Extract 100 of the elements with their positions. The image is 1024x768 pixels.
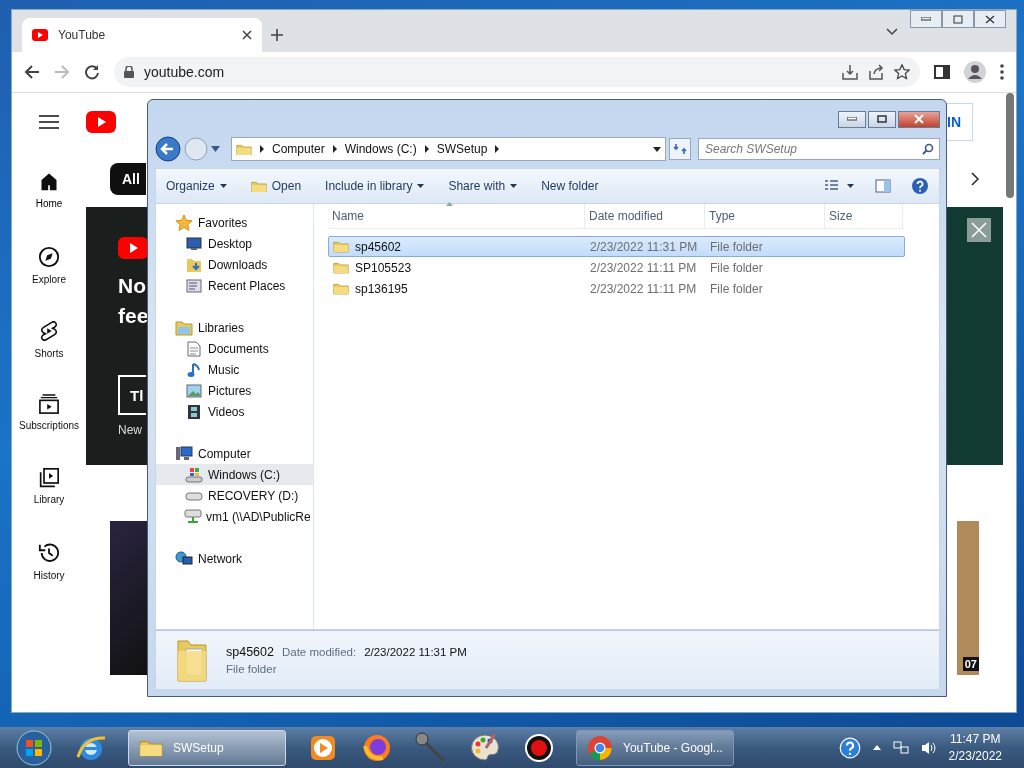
play-logo-icon[interactable] bbox=[86, 110, 116, 133]
nav-item[interactable]: Videos bbox=[156, 401, 313, 422]
sign-in-button[interactable]: IN bbox=[947, 102, 973, 141]
scrollbar-thumb[interactable] bbox=[1006, 93, 1014, 198]
command-button[interactable]: Include in library bbox=[325, 179, 425, 193]
nav-item[interactable]: Desktop bbox=[156, 233, 313, 254]
profile-avatar-icon[interactable] bbox=[964, 61, 986, 83]
play-logo-icon bbox=[32, 29, 48, 41]
sidebar-item[interactable]: History bbox=[12, 534, 86, 608]
nav-item[interactable]: Downloads bbox=[156, 254, 313, 275]
filter-chip[interactable]: All bbox=[110, 162, 146, 195]
file-row[interactable]: sp45602 2/23/2022 11:31 PM File folder bbox=[328, 236, 905, 257]
command-button[interactable]: Share with bbox=[448, 179, 518, 193]
maximize-icon bbox=[877, 115, 887, 123]
lock-icon bbox=[124, 66, 134, 78]
file-row[interactable]: SP105523 2/23/2022 11:11 PM File folder bbox=[328, 257, 905, 278]
breadcrumb-arrow-icon[interactable] bbox=[260, 145, 264, 153]
home-icon bbox=[39, 172, 59, 192]
view-list-icon[interactable] bbox=[825, 180, 855, 192]
file-type: File folder bbox=[709, 281, 764, 296]
minimize-icon bbox=[847, 117, 857, 121]
url-text: youtube.com bbox=[144, 64, 226, 80]
folder-arrow-icon bbox=[186, 256, 202, 273]
address-bar[interactable]: Computer Windows (C:) SWSetup bbox=[231, 137, 666, 161]
refresh-button[interactable] bbox=[669, 138, 691, 160]
sidebar-item[interactable]: Explore bbox=[12, 238, 86, 312]
star-icon[interactable] bbox=[894, 64, 910, 80]
close-button[interactable] bbox=[974, 10, 1006, 28]
minimize-button[interactable] bbox=[838, 110, 866, 128]
maximize-button[interactable] bbox=[868, 110, 896, 128]
search-field[interactable]: Search SWSetup bbox=[698, 138, 940, 160]
shorts-icon bbox=[39, 320, 59, 342]
more-menu-icon[interactable] bbox=[1000, 64, 1004, 80]
address-bar[interactable]: youtube.com bbox=[114, 57, 920, 87]
column-header[interactable]: Size bbox=[825, 204, 903, 228]
back-arrow-icon[interactable] bbox=[24, 64, 40, 80]
breadcrumb-item[interactable]: SWSetup bbox=[436, 142, 488, 156]
nav-item[interactable]: Network bbox=[156, 548, 313, 569]
nav-item[interactable]: Music bbox=[156, 359, 313, 380]
menu-icon[interactable] bbox=[39, 113, 59, 130]
minimize-icon bbox=[921, 17, 931, 21]
help-icon[interactable] bbox=[838, 736, 861, 759]
back-button[interactable] bbox=[155, 136, 181, 162]
sort-arrow-icon bbox=[446, 202, 453, 206]
command-button[interactable]: Open bbox=[250, 179, 302, 193]
triangle-up-icon[interactable] bbox=[872, 745, 881, 750]
microphone-icon[interactable] bbox=[414, 730, 448, 765]
nav-item[interactable]: Libraries bbox=[156, 317, 313, 338]
breadcrumb-item[interactable]: Windows (C:) bbox=[344, 142, 417, 156]
landscape-picture-icon bbox=[186, 383, 202, 398]
minimize-button[interactable] bbox=[910, 10, 942, 28]
command-button[interactable]: New folder bbox=[541, 179, 599, 193]
column-header[interactable]: Date modified bbox=[585, 204, 705, 228]
chevron-down-icon[interactable] bbox=[886, 28, 898, 36]
breadcrumb-item[interactable]: Computer bbox=[272, 142, 325, 156]
download-tray-icon[interactable] bbox=[842, 64, 858, 80]
breadcrumb-arrow-icon[interactable] bbox=[495, 145, 500, 153]
nav-item[interactable]: Computer bbox=[156, 443, 313, 464]
computer-icon bbox=[175, 445, 193, 462]
help-icon[interactable] bbox=[911, 177, 929, 195]
sidebar-item[interactable]: Library bbox=[12, 460, 86, 534]
network-icon[interactable] bbox=[892, 739, 909, 756]
file-row[interactable]: sp136195 2/23/2022 11:11 PM File folder bbox=[328, 278, 905, 299]
file-type: File folder bbox=[709, 239, 764, 254]
start-orb-icon[interactable] bbox=[16, 729, 52, 766]
side-panel-icon[interactable] bbox=[934, 64, 950, 80]
nav-item[interactable]: Recent Places bbox=[156, 275, 313, 296]
command-button[interactable]: Organize bbox=[166, 179, 227, 193]
nav-item[interactable]: RECOVERY (D:) bbox=[156, 485, 313, 506]
music-note-icon bbox=[187, 361, 201, 378]
column-header[interactable]: Name bbox=[328, 204, 585, 228]
sidebar-item[interactable]: Home bbox=[12, 164, 86, 238]
clock[interactable]: 11:47 PM 2/23/2022 bbox=[948, 732, 1018, 763]
reload-icon[interactable] bbox=[84, 64, 100, 80]
sidebar-item[interactable]: Shorts bbox=[12, 312, 86, 386]
folder-icon bbox=[333, 282, 349, 295]
record-button-icon[interactable] bbox=[524, 732, 554, 763]
taskbar-window-button[interactable]: YouTube - Googl... bbox=[576, 729, 734, 766]
close-icon[interactable] bbox=[242, 30, 252, 40]
paint-palette-icon[interactable] bbox=[469, 731, 501, 764]
share-icon[interactable] bbox=[868, 64, 884, 80]
nav-item[interactable]: Windows (C:) bbox=[156, 464, 313, 485]
plus-icon[interactable] bbox=[270, 28, 284, 42]
nav-item[interactable]: Pictures bbox=[156, 380, 313, 401]
dropdown-arrow-icon[interactable] bbox=[653, 146, 661, 152]
breadcrumb-arrow-icon[interactable] bbox=[332, 145, 337, 153]
browser-tab[interactable]: YouTube bbox=[22, 18, 262, 52]
column-header[interactable]: Type bbox=[705, 204, 825, 228]
nav-item[interactable]: Favorites bbox=[156, 212, 313, 233]
breadcrumb-arrow-icon[interactable] bbox=[424, 145, 429, 153]
video-thumbnail[interactable] bbox=[110, 521, 150, 675]
details-name: sp45602 bbox=[226, 645, 274, 659]
sidebar-item[interactable]: Subscriptions bbox=[12, 386, 86, 460]
close-button[interactable] bbox=[898, 110, 940, 128]
restore-icon bbox=[953, 14, 963, 24]
speaker-icon[interactable] bbox=[920, 739, 937, 756]
chevron-right-icon[interactable] bbox=[971, 171, 979, 186]
nav-item[interactable]: vm1 (\\AD\PublicRe bbox=[156, 506, 313, 527]
video-thumbnail[interactable]: 07 bbox=[957, 521, 979, 675]
nav-item[interactable]: Documents bbox=[156, 338, 313, 359]
